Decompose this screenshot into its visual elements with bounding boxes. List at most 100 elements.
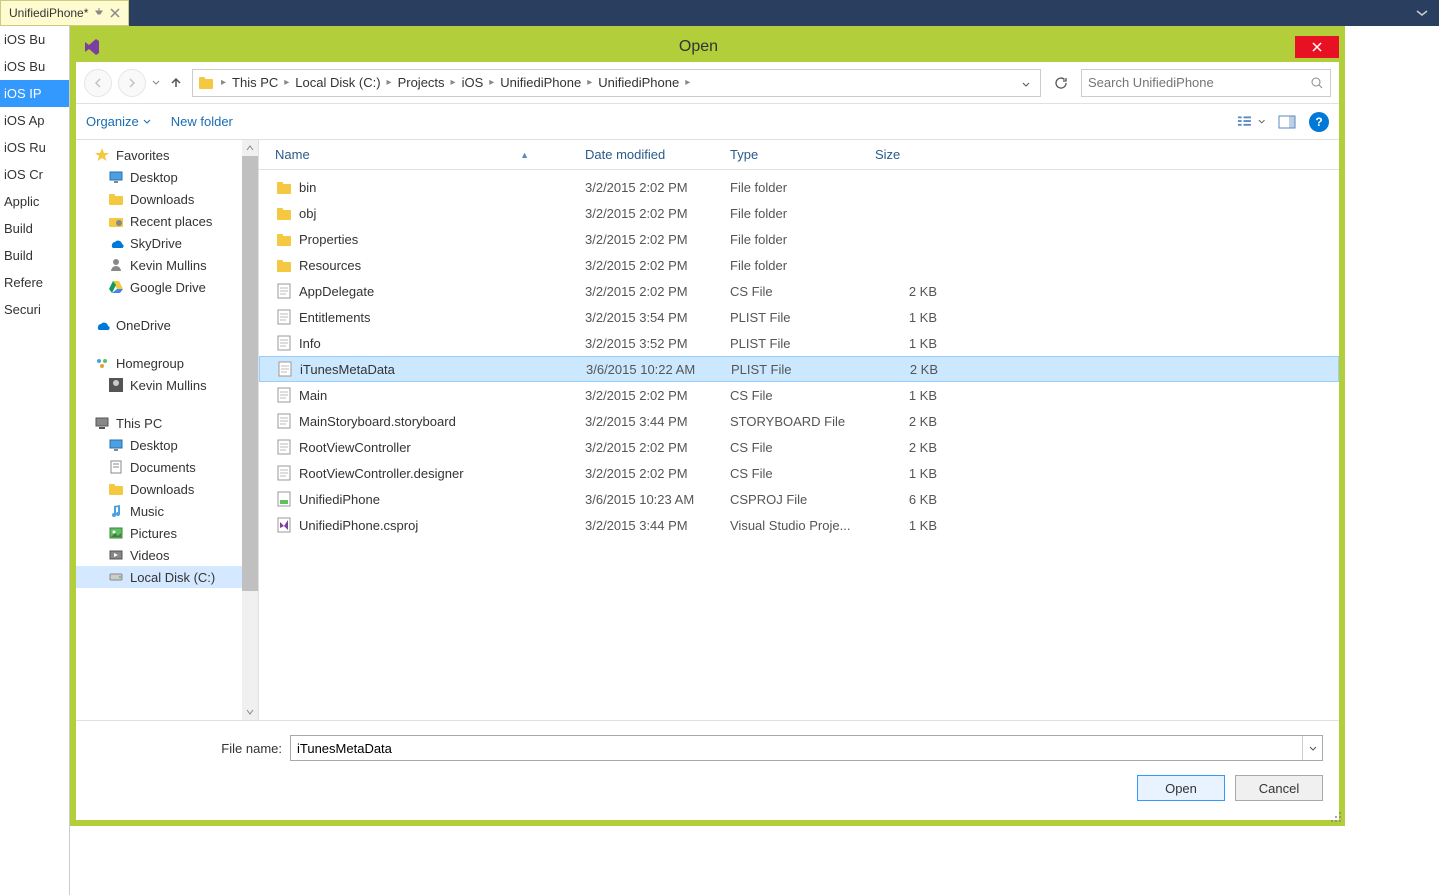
tab-dropdown-icon[interactable] [1415,9,1429,17]
chevron-right-icon[interactable]: ▸ [385,77,394,88]
chevron-right-icon[interactable]: ▸ [585,77,594,88]
file-row[interactable]: UnifiediPhone3/6/2015 10:23 AMCSPROJ Fil… [259,486,1339,512]
view-mode-button[interactable] [1237,111,1265,133]
tree-item[interactable]: Documents [76,456,258,478]
breadcrumb-segment[interactable]: iOS [458,75,488,90]
vs-sidebar-item[interactable]: iOS Bu [0,53,69,80]
document-tab[interactable]: UnifiediPhone* [0,0,129,26]
cancel-button[interactable]: Cancel [1235,775,1323,801]
pin-icon[interactable] [94,8,104,18]
file-date-cell: 3/2/2015 3:44 PM [577,518,722,533]
chevron-right-icon[interactable]: ▸ [219,77,228,88]
organize-button[interactable]: Organize [86,114,151,129]
tree-group-header[interactable]: Homegroup [76,352,258,374]
breadcrumb-segment[interactable]: Local Disk (C:) [291,75,384,90]
chevron-right-icon[interactable]: ▸ [683,77,692,88]
vs-sidebar-item[interactable]: Refere [0,269,69,296]
breadcrumb-dropdown[interactable] [1016,74,1036,92]
close-icon [1312,42,1322,52]
tree-item[interactable]: Desktop [76,434,258,456]
file-type-cell: STORYBOARD File [722,414,867,429]
vs-sidebar-item[interactable]: iOS Cr [0,161,69,188]
refresh-button[interactable] [1047,69,1075,97]
file-row[interactable]: obj3/2/2015 2:02 PMFile folder [259,200,1339,226]
breadcrumb-segment[interactable]: UnifiediPhone [594,75,683,90]
tree-item[interactable]: Pictures [76,522,258,544]
filename-input[interactable] [291,736,1302,760]
up-button[interactable] [166,73,186,93]
file-type-cell: File folder [722,206,867,221]
chevron-right-icon[interactable]: ▸ [487,77,496,88]
file-row[interactable]: Info3/2/2015 3:52 PMPLIST File1 KB [259,330,1339,356]
column-type[interactable]: Type [722,147,867,162]
file-row[interactable]: Entitlements3/2/2015 3:54 PMPLIST File1 … [259,304,1339,330]
preview-pane-button[interactable] [1273,111,1301,133]
back-button[interactable] [84,69,112,97]
tree-group-header[interactable]: Favorites [76,144,258,166]
file-row[interactable]: RootViewController3/2/2015 2:02 PMCS Fil… [259,434,1339,460]
file-row[interactable]: UnifiediPhone.csproj3/2/2015 3:44 PMVisu… [259,512,1339,538]
open-dialog: Open ▸ This PC [70,26,1345,826]
vs-sidebar-item[interactable]: Build [0,215,69,242]
tree-item[interactable]: Kevin Mullins [76,374,258,396]
file-row[interactable]: Main3/2/2015 2:02 PMCS File1 KB [259,382,1339,408]
vs-sidebar-item[interactable]: iOS Bu [0,26,69,53]
file-row[interactable]: AppDelegate3/2/2015 2:02 PMCS File2 KB [259,278,1339,304]
vs-sidebar-item[interactable]: Securi [0,296,69,323]
file-date-cell: 3/2/2015 3:44 PM [577,414,722,429]
scrollbar-thumb[interactable] [242,156,258,591]
chevron-right-icon[interactable]: ▸ [282,77,291,88]
open-button[interactable]: Open [1137,775,1225,801]
file-row[interactable]: RootViewController.designer3/2/2015 2:02… [259,460,1339,486]
file-row[interactable]: iTunesMetaData3/6/2015 10:22 AMPLIST Fil… [259,356,1339,382]
vs-sidebar-item[interactable]: iOS Ap [0,107,69,134]
new-folder-button[interactable]: New folder [171,114,233,129]
file-row[interactable]: Resources3/2/2015 2:02 PMFile folder [259,252,1339,278]
column-date[interactable]: Date modified [577,147,722,162]
vs-sidebar-item[interactable]: Applic [0,188,69,215]
file-row[interactable]: bin3/2/2015 2:02 PMFile folder [259,174,1339,200]
file-row[interactable]: MainStoryboard.storyboard3/2/2015 3:44 P… [259,408,1339,434]
search-input[interactable] [1088,75,1310,90]
column-size[interactable]: Size [867,147,957,162]
breadcrumb-segment[interactable]: This PC [228,75,282,90]
tree-item[interactable]: Recent places [76,210,258,232]
nav-history-dropdown-icon[interactable] [152,80,160,86]
tree-item[interactable]: Local Disk (C:) [76,566,258,588]
tree-item[interactable]: Music [76,500,258,522]
organize-toolbar: Organize New folder ? [76,104,1339,140]
breadcrumb-segment[interactable]: Projects [394,75,449,90]
scroll-up-icon[interactable] [242,140,258,156]
tree-item[interactable]: SkyDrive [76,232,258,254]
tree-item[interactable]: Kevin Mullins [76,254,258,276]
help-button[interactable]: ? [1309,112,1329,132]
column-name[interactable]: Name ▲ [267,147,577,162]
dialog-titlebar[interactable]: Open [76,32,1339,62]
close-tab-icon[interactable] [110,8,120,18]
forward-button[interactable] [118,69,146,97]
tree-group-header[interactable]: This PC [76,412,258,434]
file-date-cell: 3/6/2015 10:23 AM [577,492,722,507]
chevron-right-icon[interactable]: ▸ [449,77,458,88]
tree-item[interactable]: Desktop [76,166,258,188]
resize-grip-icon[interactable] [1329,810,1343,824]
back-arrow-icon [92,77,104,89]
search-icon [1310,76,1324,90]
tree-scrollbar[interactable] [242,140,258,720]
breadcrumb-bar[interactable]: ▸ This PC▸Local Disk (C:)▸Projects▸iOS▸U… [192,69,1041,97]
vs-sidebar-item[interactable]: iOS Ru [0,134,69,161]
vs-sidebar-item[interactable]: iOS IP [0,80,69,107]
breadcrumb-segment[interactable]: UnifiediPhone [496,75,585,90]
vs-sidebar-item[interactable]: Build [0,242,69,269]
tree-group-header[interactable]: OneDrive [76,314,258,336]
tree-item[interactable]: Videos [76,544,258,566]
tree-item[interactable]: Google Drive [76,276,258,298]
filename-dropdown[interactable] [1302,736,1322,760]
tree-item[interactable]: Downloads [76,478,258,500]
vs-logo-icon [82,37,102,57]
search-box[interactable] [1081,69,1331,97]
scroll-down-icon[interactable] [242,704,258,720]
tree-item[interactable]: Downloads [76,188,258,210]
dialog-close-button[interactable] [1295,36,1339,58]
file-row[interactable]: Properties3/2/2015 2:02 PMFile folder [259,226,1339,252]
